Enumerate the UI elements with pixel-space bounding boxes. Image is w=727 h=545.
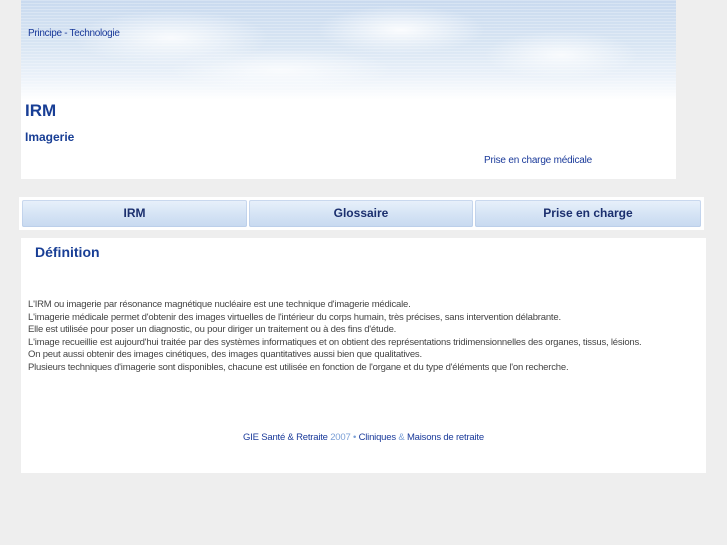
footer: GIE Santé & Retraite 2007 • Cliniques & … [21, 432, 706, 443]
gie-sante-retraite-link[interactable]: GIE Santé & Retraite [243, 432, 328, 443]
paragraph: Plusieurs techniques d'imagerie sont dis… [28, 361, 569, 373]
nav-tab-irm[interactable]: IRM [22, 200, 247, 227]
page-subtitle: Imagerie [25, 130, 75, 144]
nav-tab-prise-en-charge[interactable]: Prise en charge [475, 200, 701, 227]
nav-tab-glossaire[interactable]: Glossaire [249, 200, 473, 227]
principe-technologie-link[interactable]: Principe - Technologie [28, 28, 120, 39]
paragraph: L'image recueillie est aujourd'hui trait… [28, 336, 642, 348]
maisons-de-retraite-link[interactable]: Maisons de retraite [407, 432, 484, 443]
section-title: Définition [35, 244, 100, 260]
cliniques-link[interactable]: Cliniques [359, 432, 396, 443]
footer-ampersand: & [398, 432, 405, 443]
footer-separator: • [353, 432, 357, 443]
footer-year: 2007 [330, 432, 351, 443]
definition-text: L'IRM ou imagerie par résonance magnétiq… [28, 299, 678, 375]
header-banner: Principe - Technologie IRM Imagerie Pris… [21, 0, 676, 179]
paragraph: On peut aussi obtenir des images cinétiq… [28, 349, 422, 361]
paragraph: Elle est utilisée pour poser un diagnost… [28, 324, 397, 336]
sky-banner-image [21, 0, 676, 100]
main-content: Définition L'IRM ou imagerie par résonan… [21, 238, 706, 473]
prise-en-charge-medicale-link[interactable]: Prise en charge médicale [484, 155, 592, 166]
paragraph: L'IRM ou imagerie par résonance magnétiq… [28, 299, 411, 310]
paragraph: L'imagerie médicale permet d'obtenir des… [28, 311, 561, 323]
page-title: IRM [25, 101, 57, 120]
main-navigation: IRM Glossaire Prise en charge [19, 197, 704, 230]
